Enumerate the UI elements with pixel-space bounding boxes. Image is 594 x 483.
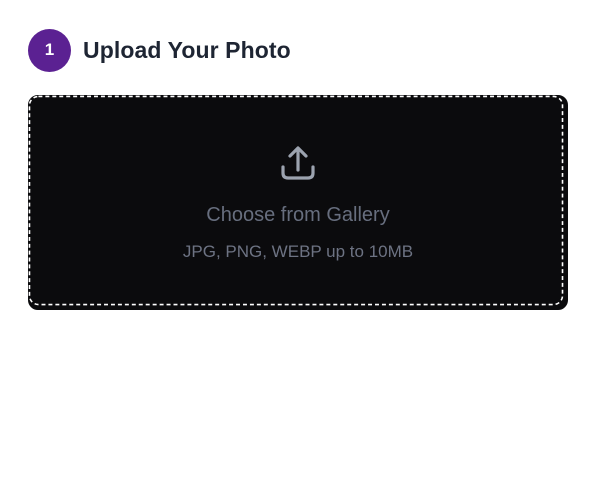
step-number-badge: 1 xyxy=(28,28,71,72)
photo-upload-dropzone[interactable]: Choose from Gallery JPG, PNG, WEBP up to… xyxy=(28,95,568,310)
upload-icon xyxy=(281,146,315,180)
dropzone-file-types: JPG, PNG, WEBP up to 10MB xyxy=(182,242,414,261)
step-title: Upload Your Photo xyxy=(83,36,291,63)
dropzone-title: Choose from Gallery xyxy=(206,204,390,226)
step-header: 1 Upload Your Photo xyxy=(28,28,291,72)
dropzone-dashed-border xyxy=(28,95,564,306)
